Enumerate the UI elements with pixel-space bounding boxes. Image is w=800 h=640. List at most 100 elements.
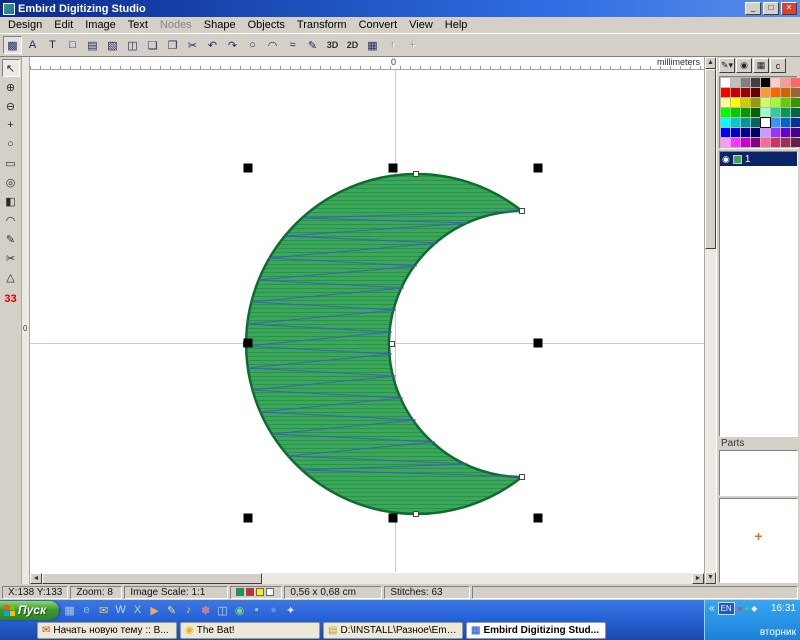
palette-color-0[interactable] xyxy=(721,78,730,87)
palette-color-31[interactable] xyxy=(791,108,800,117)
menu-transform[interactable]: Transform xyxy=(291,18,353,32)
scroll-down-arrow[interactable]: ▼ xyxy=(705,572,716,584)
palette-color-15[interactable] xyxy=(791,88,800,97)
export-button[interactable]: ❏ xyxy=(143,36,162,54)
palette-color-32[interactable] xyxy=(721,118,730,127)
monogram-tool-button[interactable]: T xyxy=(43,36,62,54)
measure-tool[interactable]: △ xyxy=(2,268,20,286)
menu-shape[interactable]: Shape xyxy=(198,18,242,32)
excel-icon[interactable]: X xyxy=(129,602,146,618)
palette-mode-button[interactable]: ▦ xyxy=(753,58,769,73)
menu-text[interactable]: Text xyxy=(122,18,154,32)
palette-color-49[interactable] xyxy=(731,138,740,147)
horizontal-scrollbar[interactable]: ◄ ► xyxy=(30,572,704,584)
open-design-button[interactable]: ▤ xyxy=(83,36,102,54)
vertical-scroll-thumb[interactable] xyxy=(705,69,716,249)
palette-color-9[interactable] xyxy=(731,88,740,97)
palette-color-47[interactable] xyxy=(791,128,800,137)
view-2d-button[interactable]: 2D xyxy=(343,36,362,54)
palette-color-52[interactable] xyxy=(761,138,770,147)
stitch-mode-dropdown[interactable]: ✎▾ xyxy=(719,58,735,73)
menu-edit[interactable]: Edit xyxy=(48,18,79,32)
palette-color-13[interactable] xyxy=(771,88,780,97)
move-up-button[interactable]: ↑ xyxy=(383,36,402,54)
scissors-tool[interactable]: ✂ xyxy=(2,249,20,267)
palette-color-36[interactable] xyxy=(761,118,770,127)
palette-color-48[interactable] xyxy=(721,138,730,147)
messenger-icon[interactable]: ◉ xyxy=(231,602,248,618)
palette-color-44[interactable] xyxy=(761,128,770,137)
rectangle-tool[interactable]: ▭ xyxy=(2,154,20,172)
taskbar-task-0[interactable]: ✉Начать новую тему :: В... xyxy=(37,622,177,639)
palette-color-45[interactable] xyxy=(771,128,780,137)
redo-button[interactable]: ↷ xyxy=(223,36,242,54)
ellipse-tool-button[interactable]: ○ xyxy=(243,36,262,54)
parts-list[interactable] xyxy=(719,450,798,496)
freehand-tool[interactable]: ✎ xyxy=(2,230,20,248)
outline-tool[interactable]: ◎ xyxy=(2,173,20,191)
tools-icon[interactable]: ✦ xyxy=(282,602,299,618)
vertical-scrollbar[interactable]: ▲ ▼ xyxy=(704,57,716,584)
node-edit-button[interactable]: ✎ xyxy=(303,36,322,54)
ie-icon[interactable]: e xyxy=(78,602,95,618)
palette-color-22[interactable] xyxy=(781,98,790,107)
palette-color-23[interactable] xyxy=(791,98,800,107)
palette-color-20[interactable] xyxy=(761,98,770,107)
palette-color-37[interactable] xyxy=(771,118,780,127)
archive-icon[interactable]: ◫ xyxy=(214,602,231,618)
clock[interactable]: 16:31 xyxy=(771,603,796,614)
crescent-design[interactable] xyxy=(246,174,522,514)
palette-color-4[interactable] xyxy=(761,78,770,87)
menu-image[interactable]: Image xyxy=(79,18,122,32)
palette-color-5[interactable] xyxy=(771,78,780,87)
scroll-up-arrow[interactable]: ▲ xyxy=(705,57,716,69)
palette-color-50[interactable] xyxy=(741,138,750,147)
palette-color-18[interactable] xyxy=(741,98,750,107)
scroll-right-arrow[interactable]: ► xyxy=(692,573,704,584)
palette-color-27[interactable] xyxy=(751,108,760,117)
palette-color-8[interactable] xyxy=(721,88,730,97)
menu-nodes[interactable]: Nodes xyxy=(154,18,198,32)
palette-color-41[interactable] xyxy=(731,128,740,137)
maximize-button[interactable]: □ xyxy=(763,2,779,15)
import-image-button[interactable]: ▧ xyxy=(103,36,122,54)
palette-color-29[interactable] xyxy=(771,108,780,117)
taskbar-task-1[interactable]: ◉The Bat! xyxy=(180,622,320,639)
palette-color-43[interactable] xyxy=(751,128,760,137)
wave-tool-button[interactable]: ≈ xyxy=(283,36,302,54)
start-button[interactable]: Пуск xyxy=(0,601,59,620)
save-design-button[interactable]: ◫ xyxy=(123,36,142,54)
design-properties-button[interactable]: ▩ xyxy=(3,36,22,54)
palette-color-17[interactable] xyxy=(731,98,740,107)
thread-catalog-button[interactable]: c xyxy=(770,58,786,73)
browser-icon[interactable]: ● xyxy=(265,602,282,618)
zoom-in-tool[interactable]: ⊕ xyxy=(2,78,20,96)
notes-icon[interactable]: ✎ xyxy=(163,602,180,618)
select-tool[interactable]: ↖ xyxy=(2,59,20,77)
palette-color-19[interactable] xyxy=(751,98,760,107)
horizontal-scroll-thumb[interactable] xyxy=(42,573,262,584)
palette-color-34[interactable] xyxy=(741,118,750,127)
palette-color-14[interactable] xyxy=(781,88,790,97)
taskbar-task-2[interactable]: ▤D:\INSTALL\Разное\Embird xyxy=(323,622,463,639)
tray-collapse-icon[interactable]: « xyxy=(709,603,715,614)
palette-color-42[interactable] xyxy=(741,128,750,137)
palette-color-35[interactable] xyxy=(751,118,760,127)
palette-color-55[interactable] xyxy=(791,138,800,147)
close-button[interactable]: ✕ xyxy=(781,2,797,15)
paint-icon[interactable]: ✽ xyxy=(197,602,214,618)
palette-color-7[interactable] xyxy=(791,78,800,87)
palette-color-2[interactable] xyxy=(741,78,750,87)
palette-color-24[interactable] xyxy=(721,108,730,117)
scroll-left-arrow[interactable]: ◄ xyxy=(30,573,42,584)
palette-color-10[interactable] xyxy=(741,88,750,97)
column-tool[interactable]: ◠ xyxy=(2,211,20,229)
palette-color-54[interactable] xyxy=(781,138,790,147)
menu-view[interactable]: View xyxy=(403,18,439,32)
language-indicator[interactable]: EN xyxy=(718,602,735,615)
palette-color-28[interactable] xyxy=(761,108,770,117)
palette-color-3[interactable] xyxy=(751,78,760,87)
color-wheel-button[interactable]: ◉ xyxy=(736,58,752,73)
palette-color-40[interactable] xyxy=(721,128,730,137)
palette-color-12[interactable] xyxy=(761,88,770,97)
